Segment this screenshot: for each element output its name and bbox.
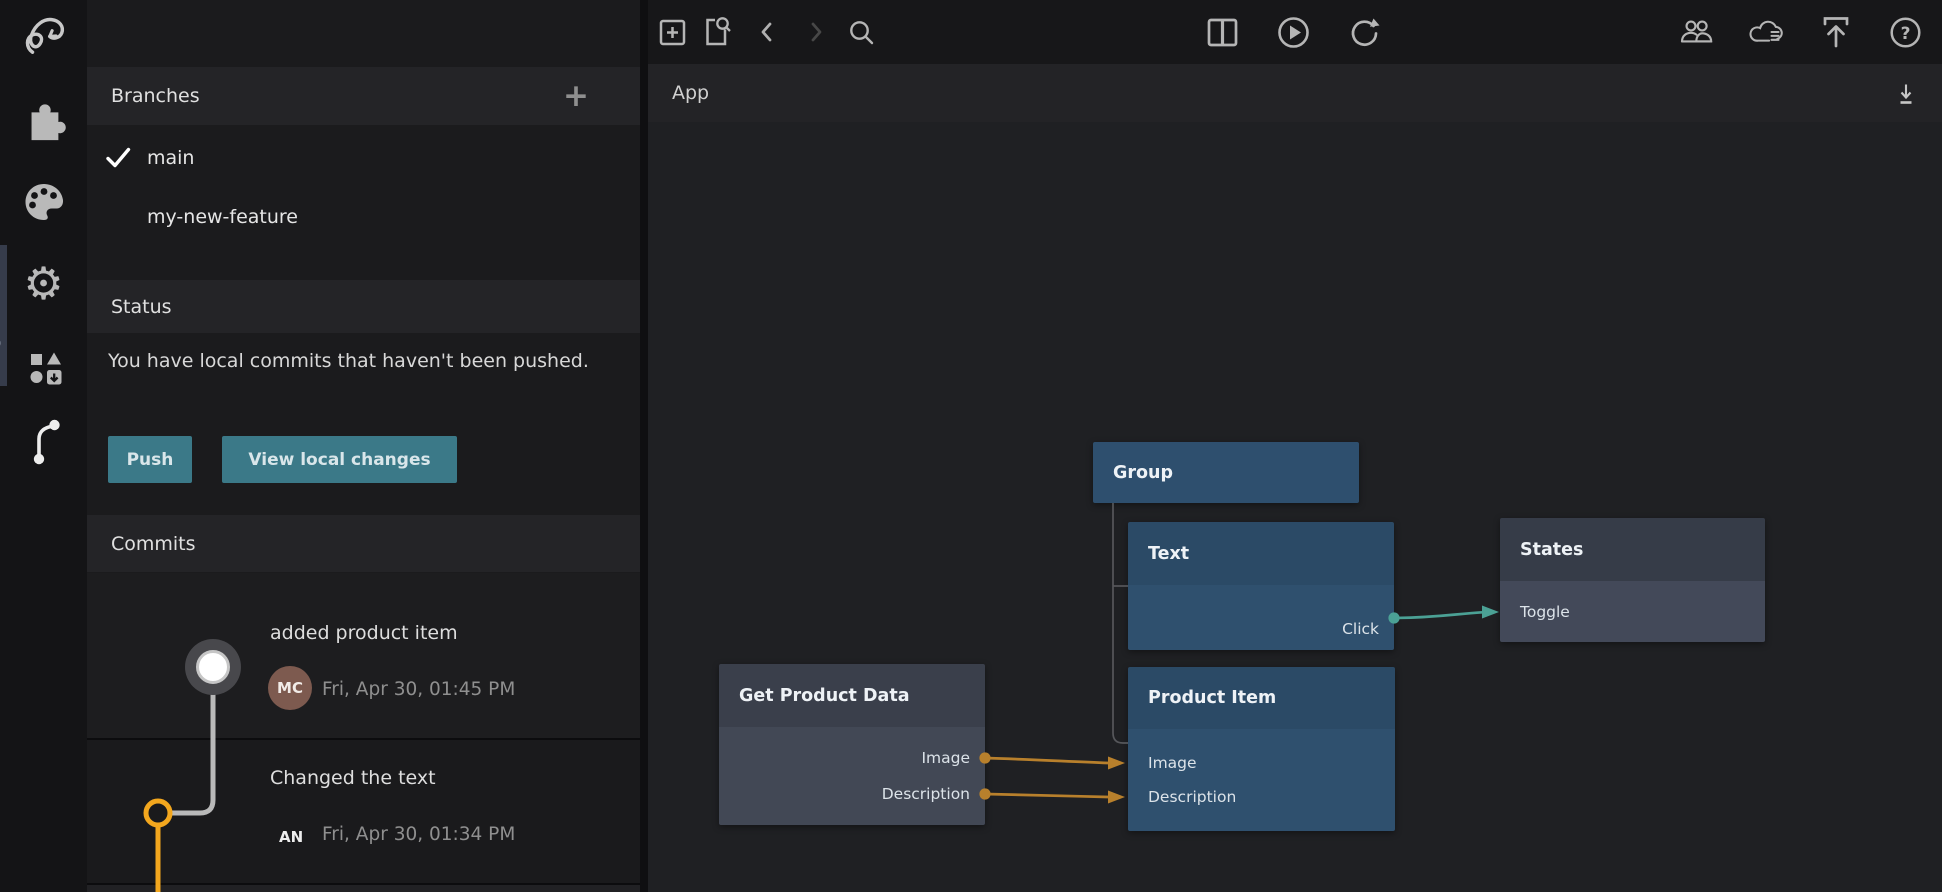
commit-divider (87, 738, 640, 740)
commit-row-1[interactable] (87, 573, 640, 738)
background-panel-edge-fragment: t o (0, 245, 7, 386)
status-title: Status (111, 296, 172, 318)
add-branch-button[interactable]: + (560, 76, 592, 116)
input-port-image[interactable]: Image (1148, 751, 1197, 775)
add-node-icon[interactable] (654, 14, 690, 50)
view-local-changes-button[interactable]: View local changes (222, 436, 457, 483)
download-icon[interactable] (1892, 80, 1920, 108)
commit-message: added product item (270, 622, 458, 644)
node-body: Image Description (1128, 729, 1395, 831)
node-body: Toggle (1500, 581, 1765, 642)
branches-section-header: Branches (87, 67, 640, 125)
deploy-icon[interactable] (1818, 14, 1854, 50)
navigate-back-icon[interactable] (748, 14, 784, 50)
status-section-header: Status (87, 280, 640, 333)
split-view-icon[interactable] (1204, 14, 1240, 50)
activity-bar: ⚙ (0, 0, 87, 892)
node-title: Get Product Data (739, 686, 910, 706)
node-text[interactable]: Text Click (1128, 522, 1394, 650)
marketplace-icon[interactable] (0, 347, 87, 387)
clipped-text-fragment: o (0, 333, 7, 353)
clipped-text-fragment: t (0, 269, 7, 289)
output-port-description[interactable]: Description (882, 782, 970, 806)
avatar-initials: AN (279, 828, 303, 846)
collaborators-icon[interactable] (1679, 14, 1715, 50)
branches-title: Branches (111, 85, 200, 107)
commit-row-3-partial[interactable] (87, 885, 640, 892)
input-port-description[interactable]: Description (1148, 785, 1236, 809)
help-icon[interactable]: ? (1887, 14, 1923, 50)
component-navigation-bar (648, 64, 1942, 122)
cloud-services-icon[interactable] (1748, 14, 1784, 50)
current-branch-check-icon (104, 145, 132, 171)
node-group[interactable]: Group (1093, 442, 1359, 503)
question-mark-glyph: ? (1900, 24, 1910, 44)
commit-message: Changed the text (270, 767, 436, 789)
search-icon[interactable] (843, 14, 879, 50)
version-control-icon[interactable] (0, 415, 87, 467)
output-port-image[interactable]: Image (921, 746, 970, 770)
node-body: Click (1128, 585, 1394, 650)
component-search-icon[interactable] (700, 14, 736, 50)
branch-item-main[interactable]: main (87, 138, 640, 184)
status-message: You have local commits that haven't been… (108, 344, 596, 378)
commit-date: Fri, Apr 30, 01:45 PM (322, 679, 515, 700)
branch-label: main (147, 147, 194, 169)
branch-label: my-new-feature (147, 206, 298, 228)
gear-glyph: ⚙ (23, 261, 63, 307)
commit-divider (87, 883, 640, 885)
navigate-forward-icon[interactable] (799, 14, 835, 50)
view-local-changes-label: View local changes (248, 450, 430, 470)
noodl-logo-icon[interactable] (0, 11, 87, 57)
avatar-initials: MC (277, 679, 303, 697)
panel-canvas-divider (640, 0, 648, 892)
node-title: Product Item (1148, 688, 1276, 708)
node-title: States (1520, 540, 1583, 560)
node-title: Text (1148, 544, 1189, 564)
refresh-icon[interactable] (1347, 14, 1383, 50)
app-breadcrumb-label: App (672, 82, 709, 104)
branch-item-my-new-feature[interactable]: my-new-feature (87, 198, 640, 244)
commits-section-header: Commits (87, 515, 640, 572)
settings-icon[interactable]: ⚙ (0, 261, 87, 307)
commit-date: Fri, Apr 30, 01:34 PM (322, 824, 515, 845)
app-breadcrumb[interactable]: App (672, 64, 709, 122)
input-port-toggle[interactable]: Toggle (1520, 600, 1570, 624)
run-preview-icon[interactable] (1275, 14, 1311, 50)
styles-icon[interactable] (0, 179, 87, 225)
commit-row-2[interactable] (87, 740, 640, 883)
push-button-label: Push (127, 450, 174, 470)
node-product-item[interactable]: Product Item Image Description (1128, 667, 1395, 831)
components-icon[interactable] (0, 98, 87, 144)
output-port-click[interactable]: Click (1342, 617, 1379, 641)
node-title: Group (1113, 463, 1173, 483)
node-body: Image Description (719, 727, 985, 825)
avatar: MC (268, 666, 312, 710)
push-button[interactable]: Push (108, 436, 192, 483)
node-get-product-data[interactable]: Get Product Data Image Description (719, 664, 985, 825)
commits-title: Commits (111, 533, 196, 555)
node-states[interactable]: States Toggle (1500, 518, 1765, 642)
